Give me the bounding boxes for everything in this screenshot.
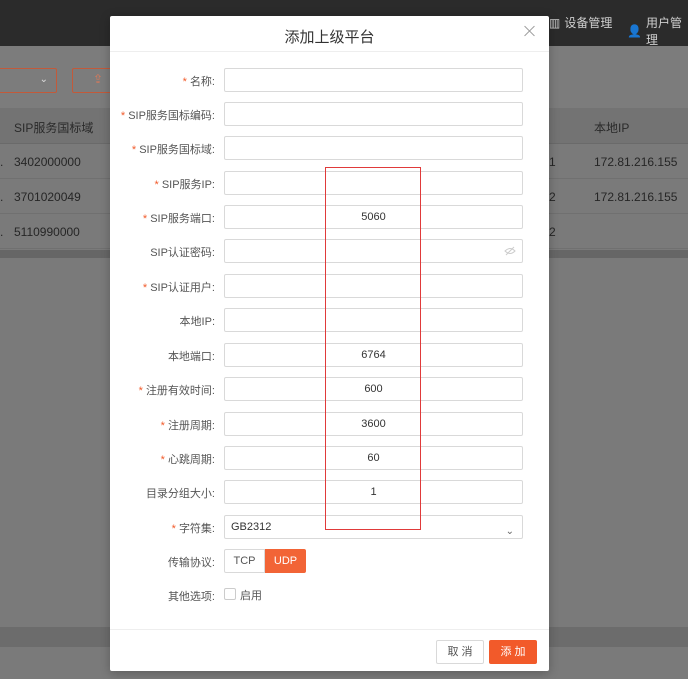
add-parent-platform-dialog: 添加上级平台 * 名称: * SIP服务国标编码: * SIP服务国标域: * SIP服务IP… — [110, 16, 549, 671]
other-options-row: 其他选项: 启用 — [110, 583, 549, 607]
form-row: * SIP服务IP: — [110, 171, 549, 195]
form-row: * 注册有效时间: 600 — [110, 377, 549, 401]
add-button[interactable]: 添 加 — [489, 640, 537, 664]
form-label: * SIP服务国标编码: — [120, 110, 215, 122]
form-input[interactable] — [224, 239, 523, 263]
form-input[interactable] — [224, 308, 523, 332]
form-row: * SIP认证用户: — [110, 274, 549, 298]
form-row: 本地IP: — [110, 308, 549, 332]
chevron-down-icon: ⌄ — [39, 74, 48, 85]
protocol-udp-button[interactable]: UDP — [265, 549, 306, 573]
form-label: * 心跳周期: — [160, 454, 215, 466]
form-row: 目录分组大小: 1 — [110, 480, 549, 504]
close-icon[interactable] — [523, 24, 537, 38]
column-header: 本地IP — [594, 121, 630, 135]
upload-button[interactable]: ⇪ — [72, 68, 112, 93]
enable-checkbox-label: 启用 — [240, 590, 262, 602]
form-label: SIP认证密码: — [150, 247, 215, 259]
form-input[interactable]: 60 — [224, 446, 523, 470]
form-row: * 名称: — [110, 68, 549, 92]
form-input[interactable] — [224, 136, 523, 160]
form-input[interactable] — [224, 68, 523, 92]
form-row: * SIP服务国标编码: — [110, 102, 549, 126]
form-row: * 注册周期: 3600 — [110, 412, 549, 436]
other-options-label: 其他选项: — [167, 591, 215, 603]
form-input[interactable]: 6764 — [224, 343, 523, 367]
form-row: * SIP服务国标域: — [110, 136, 549, 160]
upload-icon: ⇪ — [93, 72, 104, 86]
form-row: * 心跳周期: 60 — [110, 446, 549, 470]
form-input[interactable] — [224, 274, 523, 298]
form-input[interactable]: 1 — [224, 480, 523, 504]
dialog-footer: 取 消 添 加 — [110, 629, 549, 671]
form-label: 本地端口: — [167, 351, 215, 363]
form-label: 目录分组大小: — [145, 488, 215, 500]
dialog-title: 添加上级平台 — [284, 29, 375, 46]
column-header: SIP服务国标域 — [14, 121, 94, 135]
nav-device-management[interactable]: ▥ 设备管理 — [549, 14, 612, 31]
form-input[interactable] — [224, 171, 523, 195]
form-label: 本地IP: — [179, 316, 215, 328]
background-select[interactable]: ⌄ — [0, 68, 57, 93]
user-icon: 👤 — [627, 24, 642, 38]
protocol-row: 传输协议: TCP UDP — [110, 549, 549, 573]
nav-user-management[interactable]: 👤 用户管理 — [627, 14, 688, 48]
cancel-button[interactable]: 取 消 — [436, 640, 484, 664]
charset-select[interactable]: GB2312 ⌄ — [224, 515, 523, 539]
form-label: * 注册周期: — [160, 420, 215, 432]
dialog-header: 添加上级平台 — [110, 16, 549, 52]
form-row: SIP认证密码: — [110, 239, 549, 263]
form-label: * SIP服务国标域: — [131, 144, 215, 156]
form-label: * 注册有效时间: — [138, 385, 215, 397]
form-row: 本地端口: 6764 — [110, 343, 549, 367]
form-input[interactable]: 3600 — [224, 412, 523, 436]
enable-checkbox[interactable] — [224, 588, 236, 600]
charset-label: * 字符集: — [171, 523, 215, 535]
protocol-label: 传输协议: — [167, 557, 215, 569]
form-label: * SIP认证用户: — [142, 282, 215, 294]
form-input[interactable] — [224, 102, 523, 126]
form-input[interactable]: 600 — [224, 377, 523, 401]
form-label: * 名称: — [182, 76, 215, 88]
form-row: * SIP服务端口: 5060 — [110, 205, 549, 229]
protocol-tcp-button[interactable]: TCP — [224, 549, 265, 573]
eye-hidden-icon[interactable] — [504, 245, 516, 257]
chevron-down-icon: ⌄ — [505, 526, 514, 537]
grid-icon: ▥ — [549, 15, 561, 30]
form-label: * SIP服务端口: — [142, 213, 215, 225]
form-input[interactable]: 5060 — [224, 205, 523, 229]
charset-row: * 字符集: GB2312 ⌄ — [110, 515, 549, 539]
form-label: * SIP服务IP: — [154, 179, 215, 191]
